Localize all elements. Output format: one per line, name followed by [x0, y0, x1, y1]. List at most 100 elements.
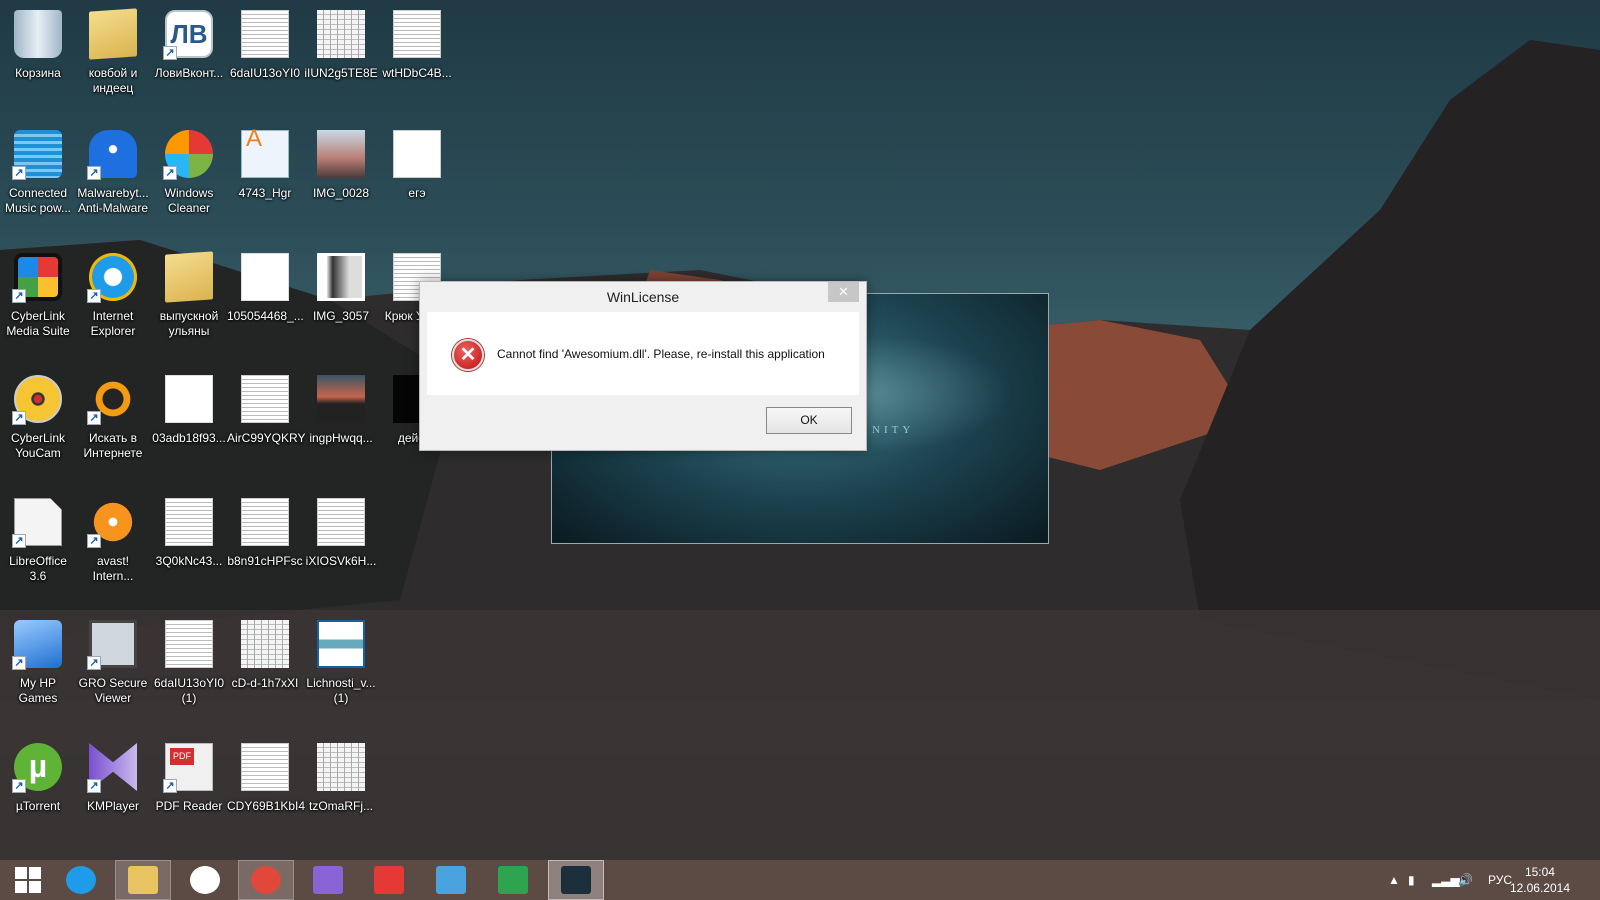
- desktop-icon[interactable]: ↗ Windows Cleaner: [151, 128, 227, 216]
- network-signal-icon[interactable]: ▂▃▅: [1432, 860, 1460, 900]
- desktop-icon[interactable]: A 4743_Hgr: [227, 127, 303, 201]
- language-indicator[interactable]: РУС: [1488, 860, 1512, 900]
- desktop-icon[interactable]: 3Q0kNc43...: [151, 496, 227, 569]
- desktop-icon[interactable]: егэ: [379, 128, 455, 201]
- internet-explorer-icon: [66, 866, 96, 894]
- desktop-icon-label: GRO Secure Viewer: [78, 676, 148, 705]
- wordpad-document-icon: A: [239, 127, 291, 180]
- desktop-icon[interactable]: ЛВ ↗ ЛовиВконт...: [151, 8, 227, 81]
- desktop-icon[interactable]: ↗ Искать в Интернете: [75, 373, 151, 461]
- desktop-icon[interactable]: 6daIU13oYI0: [227, 8, 303, 81]
- desktop-icon[interactable]: tzOmaRFj...: [303, 741, 379, 814]
- close-button[interactable]: ✕: [828, 282, 859, 302]
- desktop-icon[interactable]: AirC99YQKRY: [227, 373, 306, 446]
- shortcut-arrow-icon: ↗: [12, 779, 26, 793]
- icon-graphic: [317, 375, 365, 423]
- dialog-titlebar[interactable]: WinLicense ✕: [420, 282, 866, 312]
- shortcut-arrow-icon: ↗: [87, 166, 101, 180]
- desktop-icon-label: ковбой и индеец: [88, 66, 138, 95]
- desktop-icon-label: Корзина: [15, 66, 61, 80]
- utorrent-icon: µ ↗: [12, 741, 64, 793]
- desktop-icon[interactable]: CDY69B1KbI4: [227, 741, 305, 814]
- volume-icon[interactable]: 🔊: [1458, 860, 1473, 900]
- icon-graphic: [241, 498, 289, 546]
- desktop-icon[interactable]: ingpHwqq...: [303, 373, 379, 446]
- icon-graphic: [317, 10, 365, 58]
- chrome-taskbar[interactable]: [238, 860, 294, 900]
- icon-graphic: [317, 253, 365, 301]
- recycle-bin-icon: [12, 8, 64, 60]
- desktop-icon-label: iIUN2g5TE8E: [304, 66, 378, 80]
- hp-taskbar[interactable]: [177, 860, 233, 900]
- desktop-icon[interactable]: 105054468_...: [227, 251, 304, 324]
- desktop-icon[interactable]: выпускной ульяны: [151, 251, 227, 339]
- show-hidden-icons-button[interactable]: ▲: [1388, 860, 1400, 900]
- desktop-icon-label: ingpHwqq...: [309, 431, 373, 445]
- desktop-icon-label: wtHDbC4B...: [382, 66, 452, 80]
- desktop-icon-label: IMG_0028: [312, 186, 370, 200]
- desktop-icon[interactable]: wtHDbC4B...: [379, 8, 455, 81]
- desktop-icon[interactable]: ↗ avast! Intern...: [75, 496, 151, 584]
- desktop-icon[interactable]: ↗ CyberLink Media Suite: [0, 251, 76, 339]
- folder-icon: [163, 251, 215, 303]
- desktop-icon[interactable]: ↗ My HP Games: [0, 618, 76, 706]
- internet-explorer-icon: ↗: [87, 251, 139, 303]
- desktop-icon-label: b8n91cHPFsc: [227, 554, 303, 568]
- desktop-icon[interactable]: b8n91cHPFsc: [227, 496, 303, 569]
- desktop-icon[interactable]: iXIOSVk6H...: [303, 496, 379, 569]
- desktop-icon[interactable]: ↗ Malwarebyt... Anti-Malware: [75, 128, 151, 216]
- desktop-icon[interactable]: ↗ PDF Reader: [151, 741, 227, 814]
- desktop-icon-label: iXIOSVk6H...: [305, 554, 377, 568]
- desktop-icon[interactable]: ковбой и индеец: [75, 8, 151, 96]
- volume-app-icon: [436, 866, 466, 894]
- desktop-icon[interactable]: cD-d-1h7xXI: [227, 618, 303, 691]
- shortcut-arrow-icon: ↗: [87, 289, 101, 303]
- icon-graphic: [393, 10, 441, 58]
- desktop-icon[interactable]: µ ↗ µTorrent: [0, 741, 76, 814]
- battery-icon[interactable]: ▮: [1408, 860, 1415, 900]
- desktop-icon[interactable]: ↗ Connected Music pow...: [0, 128, 76, 216]
- store-taskbar[interactable]: [485, 860, 541, 900]
- yandex-taskbar[interactable]: [361, 860, 417, 900]
- writer-document-icon: [391, 128, 443, 180]
- desktop-icon[interactable]: IMG_0028: [303, 128, 379, 201]
- volume-app-taskbar[interactable]: [423, 860, 479, 900]
- taskbar: ▲ ▮ ▂▃▅ 🔊 РУС 15:04 12.06.2014: [0, 860, 1600, 900]
- shortcut-arrow-icon: ↗: [12, 289, 26, 303]
- kmplayer-taskbar[interactable]: [300, 860, 356, 900]
- spreadsheet-thumbnail-icon: [315, 741, 367, 793]
- desktop-icon-label: егэ: [408, 186, 426, 200]
- desktop-icon[interactable]: iIUN2g5TE8E: [303, 8, 379, 81]
- aion-taskbar[interactable]: [548, 860, 604, 900]
- shortcut-arrow-icon: ↗: [12, 656, 26, 670]
- desktop-icon[interactable]: 03adb18f93...: [151, 373, 227, 446]
- file-explorer-taskbar[interactable]: [115, 860, 171, 900]
- desktop-icon[interactable]: ↗ LibreOffice 3.6: [0, 496, 76, 584]
- icon-graphic: [241, 375, 289, 423]
- clock[interactable]: 15:04 12.06.2014: [1510, 864, 1570, 896]
- desktop-icon-label: CyberLink Media Suite: [6, 309, 70, 338]
- desktop-icon[interactable]: ↗ Internet Explorer: [75, 251, 151, 339]
- desktop-icon[interactable]: ↗ KMPlayer: [75, 741, 151, 814]
- gro-secure-viewer-icon: ↗: [87, 618, 139, 670]
- desktop-icon[interactable]: ↗ CyberLink YouCam: [0, 373, 76, 461]
- shortcut-arrow-icon: ↗: [87, 534, 101, 548]
- desktop-icon[interactable]: 6daIU13oYI0 (1): [151, 618, 227, 706]
- connected-music-icon: ↗: [12, 128, 64, 180]
- desktop-icon-label: µTorrent: [15, 799, 61, 813]
- dialog-body: ✕ Cannot find 'Awesomium.dll'. Please, r…: [427, 312, 859, 395]
- desktop-icon-label: avast! Intern...: [92, 554, 134, 583]
- desktop-icon[interactable]: IMG_3057: [303, 251, 379, 324]
- desktop-icon-label: 4743_Hgr: [238, 186, 292, 200]
- desktop-icon[interactable]: Lichnosti_v... (1): [303, 618, 379, 706]
- shortcut-arrow-icon: ↗: [163, 166, 177, 180]
- desktop-icon-label: AirC99YQKRY: [227, 431, 306, 445]
- icon-graphic: [165, 375, 213, 423]
- internet-explorer-taskbar[interactable]: [53, 860, 109, 900]
- ok-button[interactable]: OK: [766, 407, 852, 434]
- shortcut-arrow-icon: ↗: [87, 656, 101, 670]
- start-button[interactable]: [0, 860, 56, 900]
- spreadsheet-thumbnail-icon: [315, 8, 367, 60]
- desktop-icon[interactable]: ↗ GRO Secure Viewer: [75, 618, 151, 706]
- desktop-icon[interactable]: Корзина: [0, 8, 76, 81]
